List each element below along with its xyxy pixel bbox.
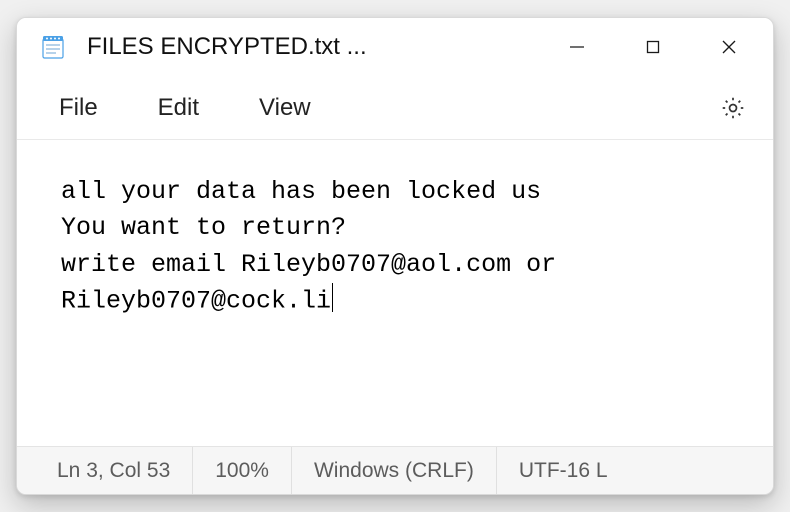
- status-cursor-position: Ln 3, Col 53: [17, 447, 193, 494]
- close-icon: [721, 39, 737, 55]
- titlebar: FILES ENCRYPTED.txt ...: [17, 18, 773, 76]
- menubar: File Edit View: [17, 76, 773, 140]
- minimize-icon: [569, 39, 585, 55]
- window-controls: [539, 18, 767, 76]
- status-encoding: UTF-16 L: [497, 447, 773, 494]
- status-line-ending: Windows (CRLF): [292, 447, 497, 494]
- status-zoom[interactable]: 100%: [193, 447, 292, 494]
- notepad-window: FILES ENCRYPTED.txt ... File Edit View a…: [16, 17, 774, 495]
- notepad-icon: [39, 33, 67, 61]
- text-caret: [332, 283, 333, 312]
- window-title: FILES ENCRYPTED.txt ...: [81, 33, 525, 61]
- menu-view[interactable]: View: [233, 84, 337, 132]
- text-editor[interactable]: all your data has been locked us You wan…: [17, 140, 773, 446]
- maximize-button[interactable]: [615, 18, 691, 76]
- settings-button[interactable]: [709, 84, 757, 132]
- editor-content: all your data has been locked us You wan…: [61, 177, 571, 315]
- close-button[interactable]: [691, 18, 767, 76]
- menu-edit[interactable]: Edit: [132, 84, 225, 132]
- maximize-icon: [646, 40, 660, 54]
- statusbar: Ln 3, Col 53 100% Windows (CRLF) UTF-16 …: [17, 446, 773, 494]
- minimize-button[interactable]: [539, 18, 615, 76]
- gear-icon: [720, 95, 746, 121]
- menu-file[interactable]: File: [33, 84, 124, 132]
